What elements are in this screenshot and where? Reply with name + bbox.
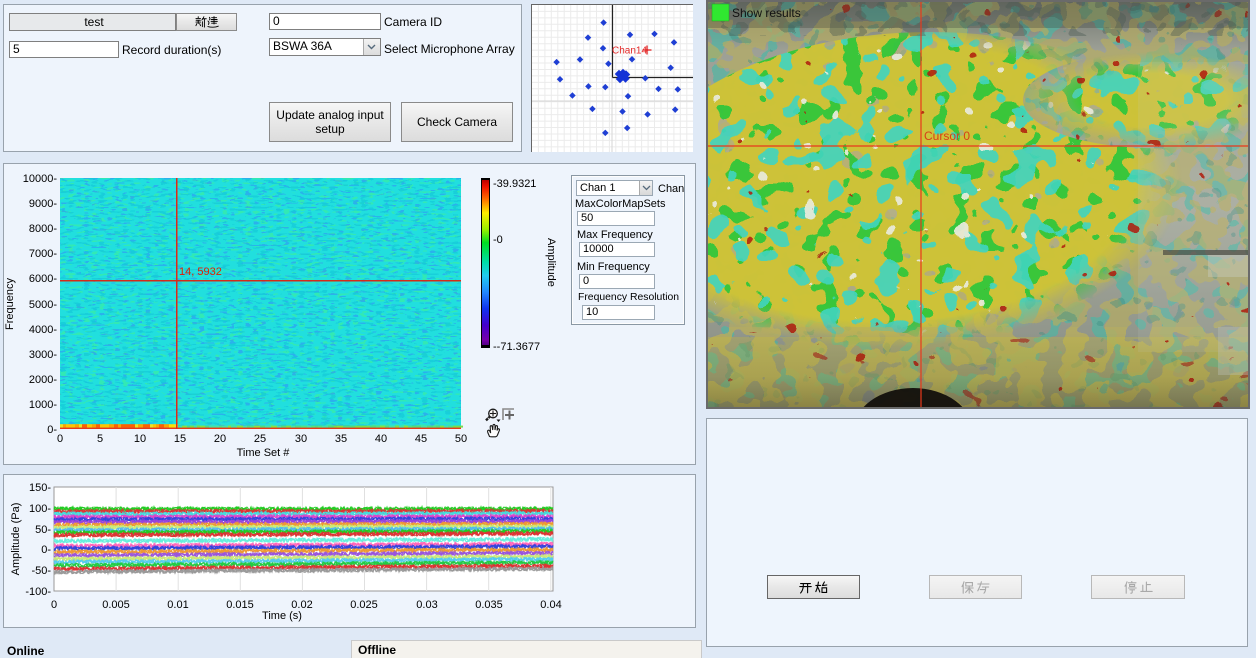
svg-text:14, 5932: 14, 5932 [179, 266, 222, 278]
svg-text:Chan14: Chan14 [612, 46, 647, 57]
svg-text:15: 15 [174, 433, 186, 445]
svg-text:45: 45 [415, 433, 427, 445]
svg-text:-0: -0 [493, 234, 503, 246]
svg-text:Cursor 0: Cursor 0 [924, 129, 970, 143]
svg-text:6000-: 6000- [29, 273, 57, 285]
svg-text:0.035: 0.035 [475, 599, 503, 611]
svg-text:0-: 0- [47, 424, 57, 436]
svg-text:50: 50 [455, 433, 467, 445]
svg-text:20: 20 [214, 433, 226, 445]
svg-text:Show results: Show results [732, 6, 801, 20]
svg-text:5: 5 [97, 433, 103, 445]
svg-text:40: 40 [375, 433, 387, 445]
svg-text:--71.3677: --71.3677 [493, 341, 540, 353]
svg-text:0.025: 0.025 [350, 599, 378, 611]
svg-text:35: 35 [335, 433, 347, 445]
svg-text:10: 10 [134, 433, 146, 445]
svg-text:0: 0 [51, 599, 57, 611]
svg-text:Time (s): Time (s) [262, 610, 302, 622]
svg-text:4000-: 4000- [29, 324, 57, 336]
svg-text:Amplitude (Pa): Amplitude (Pa) [10, 503, 22, 576]
svg-text:30: 30 [295, 433, 307, 445]
svg-text:5000-: 5000- [29, 299, 57, 311]
svg-text:10000-: 10000- [23, 173, 58, 185]
svg-text:0.015: 0.015 [226, 599, 254, 611]
svg-text:Frequency: Frequency [4, 278, 16, 330]
svg-text:0.04: 0.04 [540, 599, 561, 611]
svg-text:-39.9321: -39.9321 [493, 178, 536, 190]
svg-text:25: 25 [254, 433, 266, 445]
svg-text:-100-: -100- [25, 586, 51, 598]
svg-text:0-: 0- [41, 544, 51, 556]
svg-text:0.005: 0.005 [102, 599, 130, 611]
svg-text:150-: 150- [29, 482, 51, 494]
svg-text:-50-: -50- [31, 565, 51, 577]
svg-text:100-: 100- [29, 503, 51, 515]
svg-text:3000-: 3000- [29, 349, 57, 361]
svg-text:0.03: 0.03 [416, 599, 437, 611]
svg-text:50-: 50- [35, 524, 51, 536]
svg-text:9000-: 9000- [29, 198, 57, 210]
svg-text:7000-: 7000- [29, 248, 57, 260]
svg-text:8000-: 8000- [29, 223, 57, 235]
svg-text:2000-: 2000- [29, 374, 57, 386]
svg-text:Time Set #: Time Set # [237, 447, 291, 459]
svg-text:1000-: 1000- [29, 399, 57, 411]
svg-text:0.01: 0.01 [167, 599, 188, 611]
svg-text:0: 0 [57, 433, 63, 445]
